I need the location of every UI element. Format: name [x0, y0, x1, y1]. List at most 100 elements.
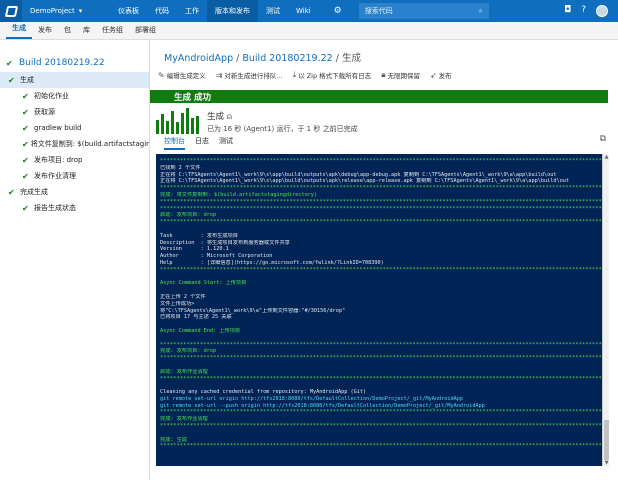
sub-nav: 生成 发布包库任务组 部署组	[0, 22, 618, 40]
build-title[interactable]: ✔ Build 20180219.22	[6, 58, 149, 68]
summary-subtitle: 已为 16 秒 (Agent1) 运行，于 1 秒 之前已完成	[207, 125, 358, 133]
sidebar-step[interactable]: ✔ 发布项目: drop	[0, 152, 149, 168]
history-bar[interactable]	[171, 111, 174, 134]
sidebar-step[interactable]: ✔ 将文件复制到: $(build.artifactstaging...	[0, 136, 149, 152]
check-icon: ✔	[22, 107, 29, 117]
subnav-item[interactable]: 发布	[32, 25, 58, 39]
hub-nav-item[interactable]: 版本和发布	[207, 0, 258, 22]
breadcrumb-project[interactable]: MyAndroidApp	[164, 53, 233, 64]
hub-nav: 仪表板 代码 工作 版本和发布 测试 Wiki	[110, 0, 319, 22]
help-icon[interactable]: ?	[581, 5, 586, 17]
console-line: 启动: 发布项目: drop	[160, 212, 217, 219]
scroll-down-icon[interactable]: ▼	[603, 460, 610, 466]
scroll-up-icon[interactable]: ▲	[603, 154, 610, 160]
sidebar-step[interactable]: ✔ 初始化作业	[0, 88, 149, 104]
hub-nav-item[interactable]: 工作	[177, 0, 207, 22]
history-bar[interactable]	[161, 114, 164, 134]
console-line: 完成: 将文件复制到: $(build.artifactstagingdirec…	[160, 191, 318, 198]
breadcrumb-build[interactable]: Build 20180219.22	[242, 53, 332, 64]
top-bar: DemoProject ▾ 仪表板 代码 工作 版本和发布 测试 Wiki ⚙ 搜索代码 …	[0, 0, 618, 22]
gear-icon[interactable]: ⚙	[327, 6, 349, 16]
pencil-icon: ✎	[158, 70, 165, 80]
check-icon: ✔	[22, 123, 29, 133]
sidebar-step[interactable]: ✔ 生成	[0, 72, 149, 88]
download-icon: ⤓	[292, 70, 297, 79]
console-output[interactable]: ****************************************…	[156, 154, 602, 466]
console-line: 正在将 C:\TFSAgents\Agent1\_work\9\s\app\bu…	[160, 178, 570, 185]
hub-nav-item[interactable]: 测试	[258, 0, 288, 22]
subnav-item[interactable]: 库	[77, 25, 96, 39]
check-icon: ✔	[8, 187, 15, 197]
build-summary: 生成 ⍝ 已为 16 秒 (Agent1) 运行，于 1 秒 之前已完成	[156, 104, 358, 134]
console-line: ****************************************…	[160, 423, 602, 430]
console-line: 完成: 发布项目: drop	[160, 348, 217, 355]
console-line: ****************************************…	[160, 443, 602, 450]
console-line: 已将项目 17 与主述 25 关联	[160, 314, 232, 321]
tab-console[interactable]: 控制台	[164, 136, 185, 150]
avatar[interactable]	[596, 5, 608, 17]
sidebar-step[interactable]: ✔ gradlew build	[0, 120, 149, 136]
history-bar[interactable]	[166, 121, 169, 134]
console-line: git remote set-url origin http://tfs2018…	[160, 395, 463, 402]
history-bar[interactable]	[191, 118, 194, 134]
person-icon: ⍝	[226, 112, 232, 122]
subnav-item[interactable]: 包	[58, 25, 77, 39]
check-icon: ✔	[8, 75, 15, 85]
tab-logs[interactable]: 日志	[195, 136, 209, 150]
scroll-thumb[interactable]	[604, 420, 609, 460]
search-input[interactable]: 搜索代码 ⌕	[358, 3, 489, 19]
sidebar-step[interactable]: ✔ 报告生成状态	[0, 200, 149, 216]
hub-nav-item[interactable]: 代码	[147, 0, 177, 22]
history-bar[interactable]	[176, 122, 179, 134]
hub-nav-item[interactable]: Wiki	[288, 0, 319, 22]
sidebar-step[interactable]: ✔ 获取源	[0, 104, 149, 120]
project-selector[interactable]: DemoProject ▾	[30, 7, 110, 15]
console-line: ****************************************…	[160, 355, 602, 362]
console-line: Author : Microsoft Corporation	[160, 253, 273, 260]
subnav-item[interactable]: 部署组	[129, 25, 162, 39]
console-line: Task : 发布生成项目	[160, 232, 238, 239]
subnav-item[interactable]: 任务组	[96, 25, 129, 39]
console-line: Async Command End: 上传项目	[160, 327, 241, 334]
tab-tests[interactable]: 测试	[219, 136, 233, 150]
history-bar[interactable]	[186, 108, 189, 134]
sidebar-step[interactable]: ✔ 发布作业清理	[0, 168, 149, 184]
console-line: ****************************************…	[160, 205, 602, 212]
history-bar[interactable]	[156, 120, 159, 134]
chevron-down-icon: ▾	[78, 7, 83, 15]
sidebar: ✔ Build 20180219.22 ✔ 生成 ✔ 初始化作业 ✔ 获取源 ✔ gradle…	[0, 40, 150, 480]
sidebar-step[interactable]: ✔ 完成生成	[0, 184, 149, 200]
retain-button[interactable]: 🔒︎ 无限期保留	[381, 70, 420, 80]
search-icon: ⌕	[478, 6, 483, 15]
console-scrollbar[interactable]: ▲ ▼	[602, 154, 609, 466]
copy-icon[interactable]: ⧉	[600, 134, 606, 144]
console-line: ****************************************…	[160, 185, 602, 192]
history-bar[interactable]	[196, 116, 199, 134]
subnav-item[interactable]: 生成	[6, 23, 32, 39]
bag-icon[interactable]: ◘	[564, 5, 571, 17]
console-line: ****************************************…	[160, 266, 602, 273]
edit-definition-button[interactable]: ✎ 编辑生成定义	[158, 70, 206, 81]
sidebar-step-label: 发布项目: drop	[34, 156, 83, 164]
queue-build-button[interactable]: ⇉ 对新生成进行排队...	[216, 70, 283, 81]
vsts-logo-icon[interactable]	[0, 0, 22, 22]
rocket-icon: ➶	[429, 70, 437, 80]
download-logs-button[interactable]: ⤓ 以 Zip 格式下载所有日志	[293, 70, 372, 80]
console-line: 将"C:\TFSAgents\Agent1\_work\9\a"上传到文件容器:…	[160, 307, 346, 314]
console-line: 正在上传 2 个文件	[160, 293, 206, 300]
sidebar-step-label: 报告生成状态	[34, 204, 76, 212]
console-line: ****************************************…	[160, 375, 602, 382]
console-line: ****************************************…	[160, 219, 602, 226]
release-button[interactable]: ➶ 发布	[429, 70, 452, 81]
sidebar-step-label: 生成	[20, 76, 34, 84]
history-bar[interactable]	[181, 113, 184, 134]
console-line: ****************************************…	[160, 409, 602, 416]
sidebar-step-label: 获取源	[34, 108, 55, 116]
hub-nav-item[interactable]: 仪表板	[110, 0, 147, 22]
console-line: 文件上传成功>	[160, 300, 195, 307]
